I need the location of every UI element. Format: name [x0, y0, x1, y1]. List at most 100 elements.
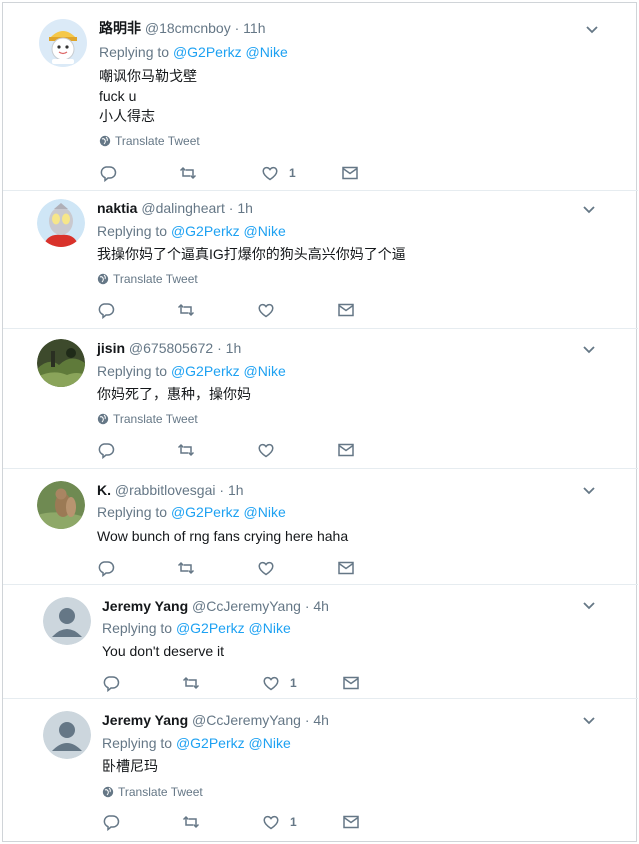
replying-to-label: Replying to [102, 620, 173, 636]
user-handle[interactable]: @18cmcnboy [145, 20, 231, 36]
tweet-header: jisin @675805672 · 1h [97, 339, 241, 357]
like-button[interactable]: 1 [262, 812, 297, 832]
like-button[interactable] [257, 558, 285, 578]
timestamp[interactable]: 1h [226, 340, 242, 356]
translate-label[interactable]: Translate Tweet [113, 271, 198, 287]
replying-to: Replying to @G2Perkz @Nike [102, 734, 291, 752]
retweet-button[interactable] [182, 673, 200, 693]
reply-button[interactable] [97, 300, 115, 320]
mention-link[interactable]: @Nike [246, 44, 288, 60]
chevron-down-icon[interactable] [580, 597, 598, 615]
like-button[interactable]: 1 [262, 673, 297, 693]
reply-button[interactable] [97, 440, 115, 460]
tweet-2[interactable]: naktia @dalingheart · 1h Replying to @G2… [3, 191, 638, 329]
translate-tweet[interactable]: Translate Tweet [99, 133, 200, 149]
direct-message-button[interactable] [337, 558, 355, 578]
user-handle[interactable]: @CcJeremyYang [192, 712, 301, 728]
globe-icon [99, 135, 111, 147]
mention-link[interactable]: @G2Perkz [171, 504, 240, 520]
mention-link[interactable]: @Nike [244, 363, 286, 379]
replying-to: Replying to @G2Perkz @Nike [97, 222, 286, 240]
reply-button[interactable] [102, 812, 120, 832]
translate-tweet[interactable]: Translate Tweet [97, 411, 198, 427]
chevron-down-icon[interactable] [583, 21, 601, 39]
tweet-4[interactable]: K. @rabbitlovesgai · 1h Replying to @G2P… [3, 469, 638, 585]
avatar[interactable] [37, 339, 85, 387]
user-handle[interactable]: @rabbitlovesgai [115, 482, 216, 498]
timestamp[interactable]: 4h [313, 598, 329, 614]
tweet-actions: 1 [102, 673, 372, 693]
translate-tweet[interactable]: Translate Tweet [102, 784, 203, 800]
avatar[interactable] [43, 597, 91, 645]
mention-link[interactable]: @G2Perkz [176, 620, 245, 636]
reply-button[interactable] [99, 163, 117, 183]
direct-message-button[interactable] [337, 440, 355, 460]
tweet-text-line: You don't deserve it [102, 643, 225, 659]
translate-label[interactable]: Translate Tweet [113, 411, 198, 427]
tweet-3[interactable]: jisin @675805672 · 1h Replying to @G2Per… [3, 329, 638, 469]
like-button[interactable] [257, 440, 285, 460]
translate-label[interactable]: Translate Tweet [115, 133, 200, 149]
avatar[interactable] [37, 481, 85, 529]
display-name[interactable]: Jeremy Yang [102, 598, 188, 614]
mention-link[interactable]: @Nike [249, 620, 291, 636]
display-name[interactable]: K. [97, 482, 111, 498]
reply-button[interactable] [102, 673, 120, 693]
mention-link[interactable]: @G2Perkz [176, 735, 245, 751]
retweet-button[interactable] [182, 812, 200, 832]
tweet-actions [97, 558, 367, 578]
reply-icon [98, 443, 115, 459]
chevron-down-icon[interactable] [580, 482, 598, 500]
retweet-button[interactable] [177, 300, 195, 320]
mention-link[interactable]: @G2Perkz [171, 223, 240, 239]
chevron-down-icon[interactable] [580, 201, 598, 219]
like-button[interactable]: 1 [261, 163, 296, 183]
chevron-down-icon[interactable] [580, 712, 598, 730]
tweet-1[interactable]: 路明非 @18cmcnboy · 11h Replying to @G2Perk… [3, 3, 638, 191]
tweet-text-line: Wow bunch of rng fans crying here haha [97, 528, 349, 544]
mention-link[interactable]: @Nike [249, 735, 291, 751]
direct-message-button[interactable] [341, 163, 359, 183]
tweet-5[interactable]: Jeremy Yang @CcJeremyYang · 4h Replying … [3, 585, 638, 699]
retweet-button[interactable] [177, 440, 195, 460]
avatar[interactable] [37, 199, 85, 247]
display-name[interactable]: naktia [97, 200, 137, 216]
tweet-6[interactable]: Jeremy Yang @CcJeremyYang · 4h Replying … [3, 699, 638, 843]
tweet-text-line: 我操你妈了个逼真IG打爆你的狗头高兴你妈了个逼 [97, 246, 406, 262]
mention-link[interactable]: @G2Perkz [171, 363, 240, 379]
mention-link[interactable]: @G2Perkz [173, 44, 242, 60]
avatar[interactable] [43, 711, 91, 759]
user-handle[interactable]: @675805672 [129, 340, 213, 356]
user-handle[interactable]: @dalingheart [141, 200, 225, 216]
user-handle[interactable]: @CcJeremyYang [192, 598, 301, 614]
direct-message-button[interactable] [337, 300, 355, 320]
reply-icon [103, 676, 120, 692]
tweet-header: 路明非 @18cmcnboy · 11h [99, 19, 265, 37]
replying-to-label: Replying to [99, 44, 170, 60]
reply-icon [98, 303, 115, 319]
mention-link[interactable]: @Nike [244, 223, 286, 239]
heart-icon [263, 815, 279, 830]
timestamp[interactable]: 11h [243, 20, 265, 36]
retweet-button[interactable] [177, 558, 195, 578]
timestamp[interactable]: 4h [313, 712, 329, 728]
display-name[interactable]: Jeremy Yang [102, 712, 188, 728]
reply-button[interactable] [97, 558, 115, 578]
retweet-icon [177, 561, 195, 575]
direct-message-button[interactable] [342, 812, 360, 832]
translate-label[interactable]: Translate Tweet [118, 784, 203, 800]
heart-icon [263, 676, 279, 691]
chevron-down-icon[interactable] [580, 341, 598, 359]
mention-link[interactable]: @Nike [244, 504, 286, 520]
retweet-icon [179, 166, 197, 180]
direct-message-button[interactable] [342, 673, 360, 693]
timestamp[interactable]: 1h [237, 200, 253, 216]
avatar[interactable] [39, 19, 87, 67]
display-name[interactable]: 路明非 [99, 20, 141, 36]
like-button[interactable] [257, 300, 285, 320]
translate-tweet[interactable]: Translate Tweet [97, 271, 198, 287]
timestamp[interactable]: 1h [228, 482, 244, 498]
retweet-button[interactable] [179, 163, 197, 183]
replying-to: Replying to @G2Perkz @Nike [97, 362, 286, 380]
display-name[interactable]: jisin [97, 340, 125, 356]
